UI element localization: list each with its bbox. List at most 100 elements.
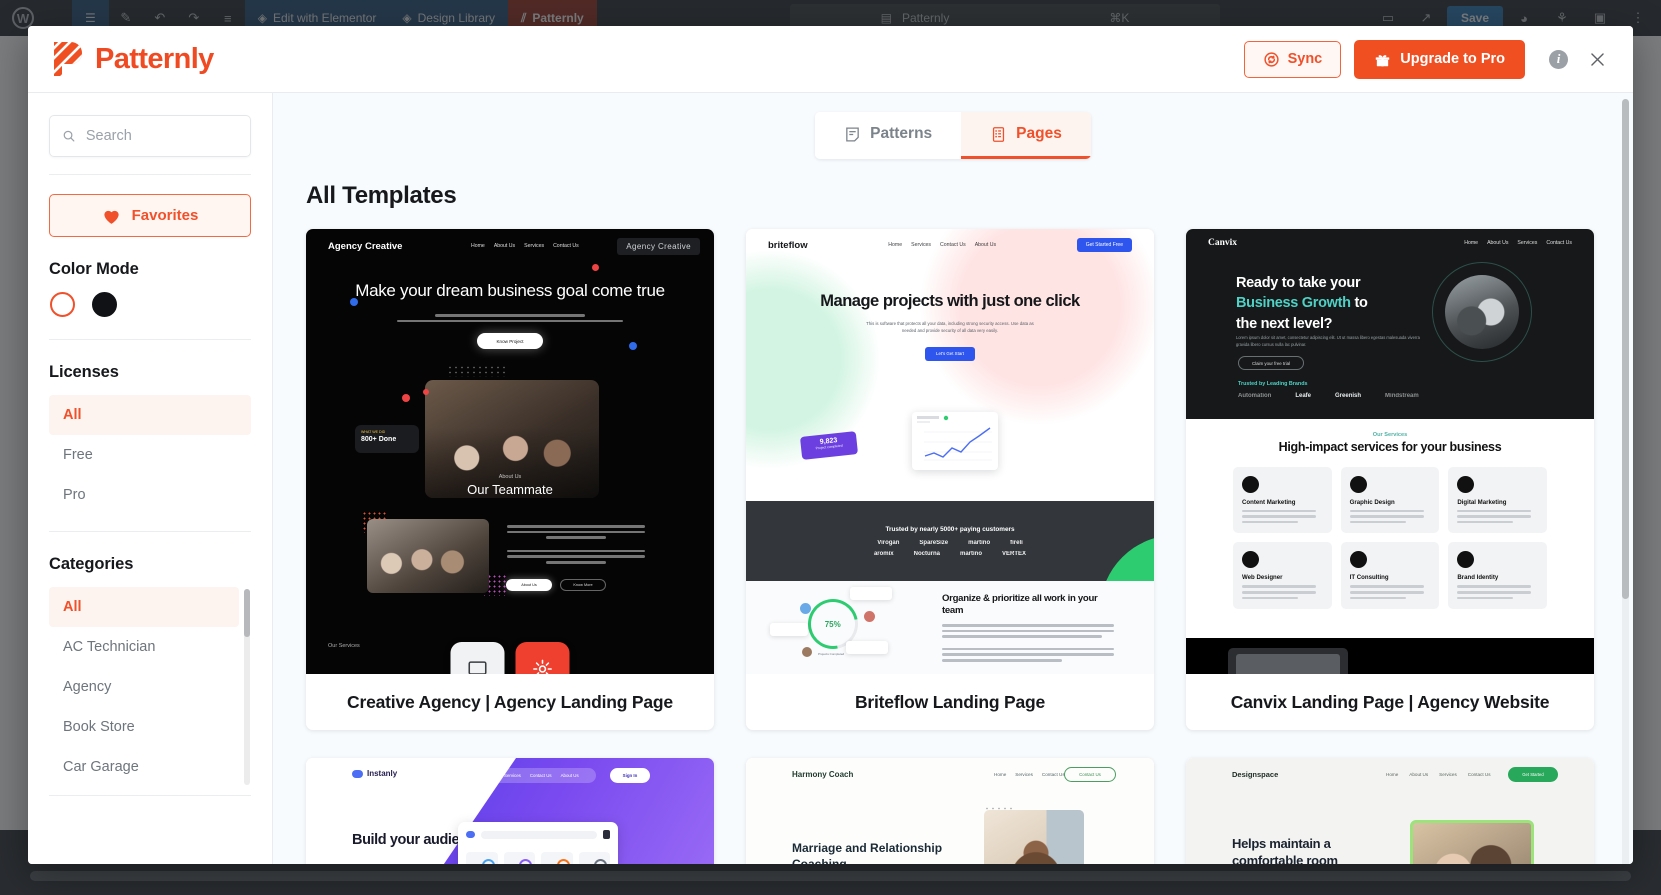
license-item-free[interactable]: Free: [49, 435, 251, 475]
template-thumbnail[interactable]: Agency Creative Home About Us Services C…: [306, 229, 714, 674]
preview-services-grid: Content Marketing Graphic Design Digital…: [1186, 456, 1594, 610]
template-thumbnail[interactable]: Designspace Home About Us Services Conta…: [1186, 758, 1594, 864]
preview-hero-image: [984, 810, 1084, 864]
preview-dashboard: [458, 822, 618, 864]
color-mode-title: Color Mode: [49, 260, 139, 278]
categories-scrollbar-thumb[interactable]: [244, 589, 250, 637]
preview-about-buttons: About Us Know More: [506, 579, 606, 591]
category-item-car-garage[interactable]: Car Garage: [49, 747, 239, 787]
preview-action-button[interactable]: [450, 642, 505, 674]
preview-hero: briteflow Home Services Contact Us About…: [746, 229, 1154, 501]
insert-action-button[interactable]: [515, 642, 570, 674]
preview-nav-links: Home About Us Services Contact Us: [1464, 240, 1572, 246]
color-mode-light-swatch[interactable]: [50, 292, 75, 317]
template-name-badge: Agency Creative: [617, 238, 700, 255]
preview-brand: Harmony Coach: [792, 770, 854, 779]
licenses-title: Licenses: [49, 363, 119, 381]
upgrade-to-pro-button[interactable]: Upgrade to Pro: [1354, 39, 1525, 79]
preview-band-title: Trusted by nearly 5000+ paying customers: [885, 525, 1015, 533]
preview-about: About Us Our Teammate: [467, 474, 553, 497]
template-card[interactable]: Harmony Coach Home Services Contact Us C…: [746, 758, 1154, 864]
preview-ring-label: Projects Completed: [818, 652, 845, 656]
content-scrollbar-thumb[interactable]: [1622, 99, 1629, 599]
compass-icon: [1242, 475, 1259, 493]
tabs-row: Patterns Pages: [273, 93, 1633, 159]
template-card[interactable]: Canvix Home About Us Services Contact Us: [1186, 229, 1594, 730]
preview-dot-pattern: [447, 365, 505, 377]
color-mode-dark-swatch[interactable]: [92, 292, 117, 317]
category-item-book-store[interactable]: Book Store: [49, 707, 239, 747]
tab-patterns[interactable]: Patterns: [815, 112, 962, 159]
favorites-button[interactable]: Favorites: [49, 194, 251, 237]
template-thumbnail[interactable]: briteflow Home Services Contact Us About…: [746, 229, 1154, 674]
chart-icon: [1457, 475, 1475, 493]
preview-cta: Get Started Free: [1076, 238, 1132, 252]
preview-nav-links: Home Services Contact Us: [994, 772, 1065, 777]
template-thumbnail[interactable]: Instanly Home Services Contact Us About …: [306, 758, 714, 864]
preview-section-text: Organize & prioritize all work in your t…: [942, 593, 1117, 662]
template-title: Creative Agency | Agency Landing Page: [347, 691, 673, 712]
heart-icon: [104, 210, 119, 224]
preview-hero-button: Know Project: [477, 333, 543, 350]
license-label: Free: [63, 447, 93, 463]
search-box[interactable]: [49, 115, 251, 157]
preview-hero-button: Claim your free trial: [1238, 356, 1304, 370]
licenses-list: All Free Pro: [49, 395, 251, 515]
preview-section-organize: 75% Projects Completed Organize & priori…: [746, 581, 1154, 674]
preview-float-card: [850, 587, 892, 600]
search-input[interactable]: [85, 128, 238, 144]
modal-header: Patternly Sync Upgrade to Pro i: [28, 26, 1633, 93]
content-area: Patterns Pages All Templates Agency Crea…: [273, 93, 1633, 864]
pages-icon: [993, 126, 1005, 142]
tab-pages[interactable]: Pages: [961, 112, 1091, 159]
preview-hero-circle: [1432, 262, 1532, 362]
category-item-all[interactable]: All: [49, 587, 239, 627]
avatar: [802, 647, 812, 657]
preview-creative-agency: Agency Creative Home About Us Services C…: [306, 229, 714, 674]
category-item-ac-technician[interactable]: AC Technician: [49, 627, 239, 667]
license-item-pro[interactable]: Pro: [49, 475, 251, 515]
preview-laptop-screen: [1236, 654, 1340, 674]
preview-nav-links: Home Services Contact Us About Us: [888, 242, 997, 248]
template-card[interactable]: Agency Creative Home About Us Services C…: [306, 229, 714, 730]
preview-hero: Canvix Home About Us Services Contact Us: [1186, 229, 1594, 419]
info-icon[interactable]: i: [1549, 49, 1568, 69]
preview-trusted-label: Trusted by Leading Brands: [1238, 381, 1308, 387]
template-card[interactable]: Instanly Home Services Contact Us About …: [306, 758, 714, 864]
template-card[interactable]: briteflow Home Services Contact Us About…: [746, 229, 1154, 730]
brand: Patternly: [54, 42, 214, 76]
preview-about-image: [367, 519, 489, 593]
close-icon[interactable]: [1588, 50, 1607, 69]
preview-nav-links: Home Services Contact Us About Us: [466, 768, 596, 783]
preview-service-item: IT Consulting: [1340, 542, 1440, 610]
search-icon: [63, 130, 75, 142]
preview-service-item: Content Marketing: [1233, 466, 1332, 534]
patterns-icon: [846, 126, 859, 142]
preview-headline: Marriage and Relationship Coaching: [792, 841, 943, 864]
category-label: Car Garage: [63, 759, 139, 775]
license-item-all[interactable]: All: [49, 395, 251, 435]
template-thumbnail[interactable]: Harmony Coach Home Services Contact Us C…: [746, 758, 1154, 864]
decor-dot: [629, 342, 637, 350]
preview-service-item: Brand Identity: [1448, 542, 1547, 610]
preview-gauges: [466, 852, 610, 864]
view-tabs: Patterns Pages: [815, 112, 1091, 159]
template-thumbnail[interactable]: Canvix Home About Us Services Contact Us: [1186, 229, 1594, 674]
shield-icon: [1349, 551, 1367, 569]
sync-icon: [1263, 51, 1279, 67]
template-card[interactable]: Designspace Home About Us Services Conta…: [1186, 758, 1594, 864]
preview-hero-image: [1445, 275, 1519, 349]
preview-subtext: Lorem ipsum dolor sit amet, consectetur …: [1236, 335, 1420, 347]
sidebar-divider-2: [49, 339, 251, 340]
category-item-agency[interactable]: Agency: [49, 667, 239, 707]
patternly-logo-icon: [54, 42, 82, 76]
category-label: Book Store: [63, 719, 135, 735]
megaphone-icon: [1457, 551, 1475, 569]
brand-name: Patternly: [95, 42, 214, 75]
preview-stat-card: 9,823 Project completed: [799, 431, 859, 460]
preview-logos-row2: aromix Nocturna martino VERTEX: [873, 550, 1027, 557]
sync-button[interactable]: Sync: [1243, 40, 1342, 78]
content-scrollbar[interactable]: [1622, 99, 1629, 864]
favorites-label: Favorites: [131, 207, 199, 224]
preview-canvix: Canvix Home About Us Services Contact Us: [1186, 229, 1594, 674]
